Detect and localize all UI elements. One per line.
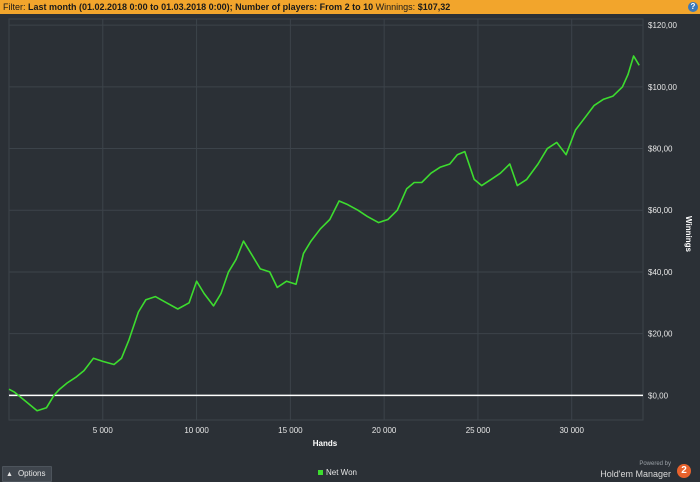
x-tick-label: 30 000 xyxy=(559,426,584,435)
y-axis-label: Winnings xyxy=(684,216,693,252)
brand-badge-icon: 2 xyxy=(677,464,691,478)
footer: ▲ Options Net Won Powered by Hold'em Mana… xyxy=(0,461,700,482)
plot-frame xyxy=(8,18,644,421)
y-tick-label: $40,00 xyxy=(648,268,673,277)
y-tick-label: $120,00 xyxy=(648,21,677,30)
filter-label: Filter: xyxy=(3,2,26,12)
x-tick-label: 5 000 xyxy=(93,426,114,435)
filter-text: Last month (01.02.2018 0:00 to 01.03.201… xyxy=(28,2,374,12)
net-won-series xyxy=(8,55,640,412)
options-button[interactable]: ▲ Options xyxy=(2,466,52,482)
legend-swatch xyxy=(318,470,323,476)
y-tick-label: $80,00 xyxy=(648,145,673,154)
x-axis-label: Hands xyxy=(313,439,338,448)
chart-grid xyxy=(8,18,644,421)
filter-bar: Filter: Last month (01.02.2018 0:00 to 0… xyxy=(0,0,700,14)
y-tick-label: $20,00 xyxy=(648,330,673,339)
help-icon[interactable]: ? xyxy=(688,2,698,12)
powered-by-text: Powered by xyxy=(639,461,671,467)
winnings-label: Winnings: xyxy=(375,2,416,12)
y-tick-label: $60,00 xyxy=(648,206,673,215)
legend-label: Net Won xyxy=(326,468,357,477)
x-axis: 5 000 10 000 15 000 20 000 25 000 30 000 xyxy=(93,426,585,435)
x-tick-label: 15 000 xyxy=(278,426,303,435)
x-tick-label: 25 000 xyxy=(466,426,491,435)
brand-logo: Powered by Hold'em Manager 2 xyxy=(595,461,695,481)
legend[interactable]: Net Won xyxy=(318,468,357,477)
y-tick-label: $0,00 xyxy=(648,391,669,400)
x-tick-label: 20 000 xyxy=(372,426,397,435)
winnings-chart: 5 000 10 000 15 000 20 000 25 000 30 000 $0,0… xyxy=(8,18,693,448)
y-axis: $0,00 $20,00 $40,00 $60,00 $80,00 $100,00 $120… xyxy=(648,21,677,400)
caret-up-icon: ▲ xyxy=(6,471,13,478)
y-tick-label: $100,00 xyxy=(648,83,677,92)
options-label: Options xyxy=(17,469,46,478)
winnings-value: $107,32 xyxy=(417,2,451,12)
series-line-net-won xyxy=(8,55,640,412)
brand-name: Hold'em Manager xyxy=(600,469,671,479)
x-tick-label: 10 000 xyxy=(184,426,209,435)
